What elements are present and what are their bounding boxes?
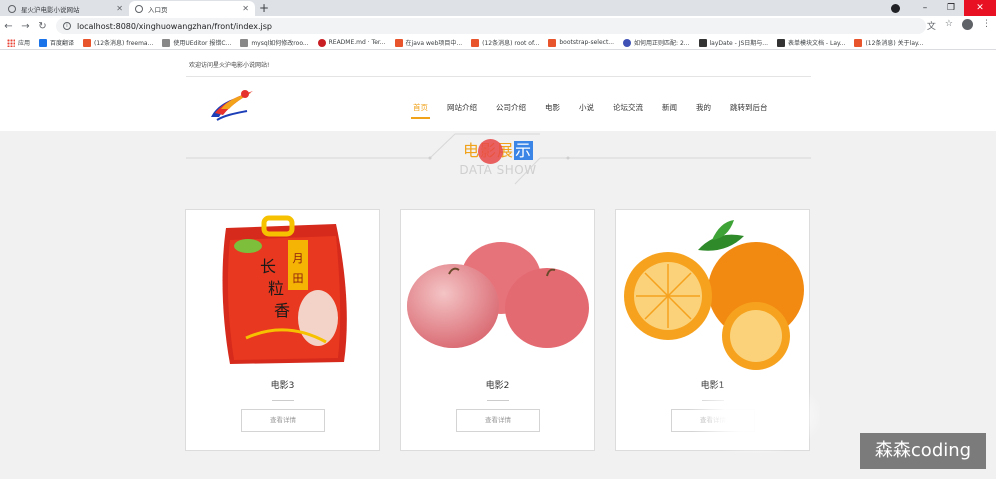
- web-page: 欢迎访问星火沪电影小说网站! 首页 网站介绍 公司介绍 电影 小说 论坛交流 新…: [0, 51, 996, 479]
- oranges-image: [624, 220, 804, 370]
- card-caption: 电影2: [485, 381, 510, 391]
- bookmark-item[interactable]: 如何用正则匹配: 2...: [623, 38, 690, 47]
- reload-icon[interactable]: ↻: [34, 21, 51, 32]
- svg-text:月: 月: [293, 252, 304, 265]
- bookmark-favicon-icon: [471, 38, 480, 47]
- screen-glare-overlay: [690, 378, 820, 453]
- bookmark-favicon-icon: [623, 38, 632, 47]
- bookmark-label: mysql如何修改roo...: [251, 40, 309, 47]
- url-text: localhost:8080/xinghuowangzhan/front/ind…: [77, 21, 272, 31]
- record-icon[interactable]: [891, 3, 900, 13]
- view-details-button[interactable]: 查看详情: [241, 409, 325, 432]
- bookmark-label: layDate - JS日期与...: [709, 40, 769, 47]
- card-caption: 电影3: [270, 381, 295, 391]
- bookmark-label: (12条消息) freema...: [94, 40, 154, 47]
- bookmark-item[interactable]: 使用UEditor 报错C...: [162, 38, 231, 47]
- address-bar[interactable]: i localhost:8080/xinghuowangzhan/front/i…: [56, 18, 926, 34]
- svg-text:粒: 粒: [268, 279, 284, 298]
- bookmark-item[interactable]: layDate - JS日期与...: [698, 38, 769, 47]
- rice-bag-image: 月 田 长 粒 香: [222, 215, 347, 364]
- browser-toolbar: ← → ↻ i localhost:8080/xinghuowangzhan/f…: [0, 16, 996, 36]
- back-icon[interactable]: ←: [0, 21, 17, 32]
- apples-image: [407, 242, 589, 348]
- bookmark-item[interactable]: 在java web项目中...: [394, 38, 463, 47]
- bookmark-favicon-icon: [777, 38, 786, 47]
- bookmark-item[interactable]: (12条消息) 关于lay...: [854, 38, 923, 47]
- bookmark-item[interactable]: 表单模块文档 - Lay...: [777, 38, 845, 47]
- view-details-button[interactable]: 查看详情: [456, 409, 540, 432]
- translate-icon[interactable]: 文: [927, 19, 936, 32]
- close-icon[interactable]: ✕: [116, 4, 123, 13]
- bookmark-item[interactable]: bootstrap-select...: [548, 38, 615, 47]
- forward-icon[interactable]: →: [17, 21, 34, 32]
- mouse-cursor-indicator: [478, 139, 503, 164]
- bookmark-favicon-icon: [162, 38, 171, 47]
- bookmark-favicon-icon: [854, 38, 863, 47]
- menu-icon[interactable]: ⋮: [982, 19, 991, 32]
- movie-card[interactable]: 月 田 长 粒 香 电影3 查看详情: [185, 209, 380, 451]
- divider: [272, 400, 294, 401]
- bookmark-item[interactable]: 百度翻译: [39, 38, 74, 47]
- section-subtitle: DATA SHOW: [459, 163, 537, 177]
- tab-title: 星火沪电影小说网站: [21, 5, 80, 14]
- bookmark-label: 应用: [18, 40, 31, 47]
- bookmark-item[interactable]: (12条消息) freema...: [83, 38, 153, 47]
- section-title-highlight: 示: [514, 141, 534, 160]
- movie-card[interactable]: 电影2 查看详情: [400, 209, 595, 451]
- bookmark-favicon-icon: [317, 38, 326, 47]
- svg-text:田: 田: [293, 272, 304, 285]
- bookmark-label: 如何用正则匹配: 2...: [634, 40, 690, 47]
- bookmark-label: README.md · Ter...: [328, 39, 386, 46]
- bookmark-item[interactable]: mysql如何修改roo...: [240, 38, 309, 47]
- globe-icon: [8, 4, 16, 13]
- minimize-button[interactable]: –: [912, 3, 938, 13]
- toolbar-actions: 文 ☆ ⋮: [927, 19, 991, 32]
- bookmark-label: (12条消息) 关于lay...: [865, 40, 924, 47]
- bookmark-item[interactable]: README.md · Ter...: [317, 38, 386, 47]
- bookmark-favicon-icon: [394, 38, 403, 47]
- browser-tab-active[interactable]: 入口页 ✕: [129, 1, 255, 16]
- maximize-button[interactable]: ❐: [938, 3, 964, 13]
- profile-avatar[interactable]: [962, 19, 973, 30]
- bookmark-label: (12条消息) root of...: [482, 40, 540, 47]
- bookmark-label: 百度翻译: [50, 40, 75, 47]
- watermark: 森森coding: [860, 433, 986, 469]
- bookmark-favicon-icon: [548, 38, 557, 47]
- bookmark-apps[interactable]: 应用: [7, 38, 30, 47]
- bookmark-favicon-icon: [83, 38, 92, 47]
- svg-text:香: 香: [274, 301, 290, 320]
- bookmark-label: 在java web项目中...: [405, 40, 463, 47]
- new-tab-button[interactable]: +: [259, 1, 269, 15]
- bookmarks-bar: 应用 百度翻译 (12条消息) freema... 使用UEditor 报错C.…: [0, 36, 996, 50]
- svg-text:长: 长: [260, 257, 276, 276]
- window-controls: – ❐ ✕: [891, 0, 996, 16]
- close-icon[interactable]: ✕: [242, 4, 249, 13]
- browser-tabstrip: 星火沪电影小说网站 ✕ 入口页 ✕ + – ❐ ✕: [0, 0, 996, 16]
- browser-tab[interactable]: 星火沪电影小说网站 ✕: [2, 1, 129, 16]
- bookmark-label: 表单模块文档 - Lay...: [788, 40, 846, 47]
- bookmark-label: bootstrap-select...: [559, 39, 615, 46]
- divider: [487, 400, 509, 401]
- info-icon[interactable]: i: [63, 22, 71, 30]
- globe-icon: [135, 4, 143, 13]
- star-icon[interactable]: ☆: [945, 19, 953, 32]
- bookmark-label: 使用UEditor 报错C...: [173, 40, 232, 47]
- bookmark-favicon-icon: [39, 38, 48, 47]
- close-window-button[interactable]: ✕: [964, 0, 996, 16]
- bookmark-favicon-icon: [698, 38, 707, 47]
- apps-grid-icon: [7, 38, 15, 47]
- bookmark-favicon-icon: [240, 38, 249, 47]
- tab-title: 入口页: [148, 5, 168, 14]
- section-title-decoration: [186, 133, 811, 185]
- bookmark-item[interactable]: (12条消息) root of...: [471, 38, 539, 47]
